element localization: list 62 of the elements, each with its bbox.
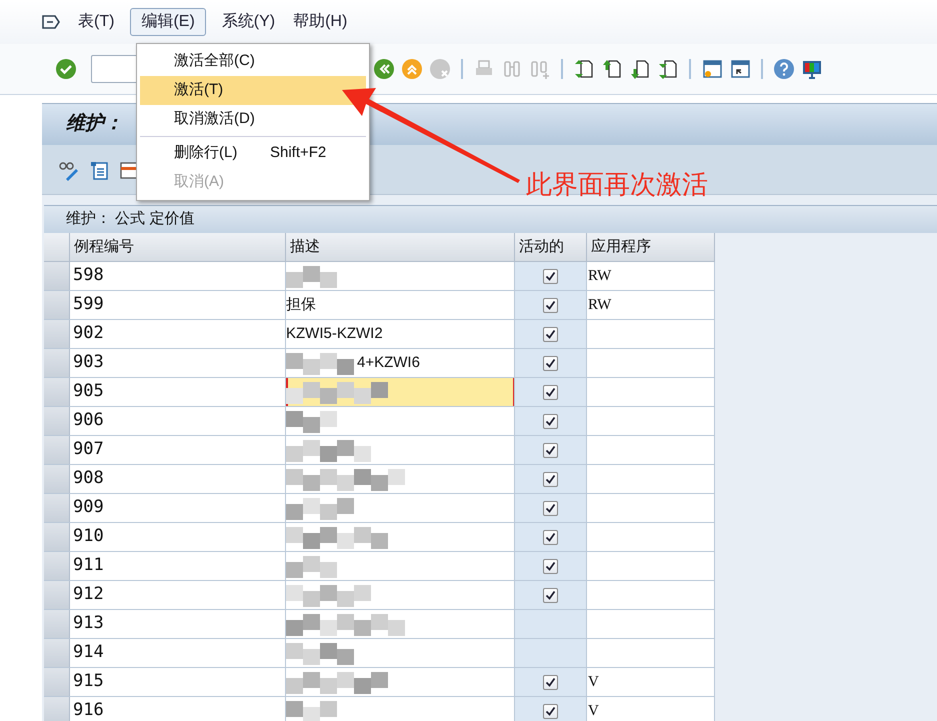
checkbox[interactable] — [543, 326, 558, 342]
checkbox[interactable] — [543, 704, 558, 718]
checkbox[interactable] — [543, 500, 558, 516]
table-cell: 911 — [70, 552, 286, 580]
checkbox[interactable] — [543, 472, 558, 486]
checkbox[interactable] — [543, 356, 558, 370]
table-cell: 906 — [70, 407, 286, 435]
next-page-icon[interactable] — [629, 58, 651, 80]
table-cell: 908 — [70, 465, 286, 493]
checkbox[interactable] — [543, 674, 558, 690]
previous-page-icon[interactable] — [601, 58, 623, 80]
new-window-icon[interactable] — [701, 58, 723, 80]
screen-title: 维护： — [66, 112, 123, 136]
menu-option[interactable]: 删除行(L) Shift+F2 — [140, 139, 366, 168]
column-header[interactable]: 例程编号 — [70, 233, 286, 261]
checkbox[interactable] — [543, 558, 558, 574]
table-cell: 905 — [70, 378, 286, 406]
table-cell: RW — [587, 291, 715, 319]
check-icon[interactable] — [55, 58, 77, 80]
table-cell: 915 — [70, 668, 286, 696]
table-cell-text: KZWI5-KZWI2 — [286, 324, 383, 344]
menu-item[interactable]: 系统(Y) — [220, 10, 278, 34]
monitor-icon[interactable] — [801, 58, 823, 80]
table-cell-text: 4+KZWI6 — [357, 352, 420, 373]
checkbox[interactable] — [543, 442, 558, 458]
table-cell: 598 — [70, 262, 286, 290]
column-header[interactable]: 描述 — [286, 233, 515, 261]
table-cell: 599 — [70, 291, 286, 319]
menu-option[interactable]: 激活全部(C) — [140, 47, 366, 76]
table-cell: 902 — [70, 320, 286, 348]
menu-item[interactable]: 帮助(H) — [291, 10, 350, 34]
table-cell: 914 — [70, 639, 286, 667]
first-page-icon[interactable] — [573, 58, 595, 80]
annotation-text: 此界面再次激活 — [526, 168, 708, 201]
checkbox[interactable] — [543, 530, 558, 544]
help-icon[interactable] — [773, 58, 795, 80]
menu-option[interactable]: 激活(T) — [140, 76, 366, 105]
checkbox[interactable] — [543, 298, 558, 312]
table-cell: 909 — [70, 494, 286, 522]
table-title: 维护： 公式 定价值 — [66, 209, 194, 230]
table-cell-text: 担保 — [286, 294, 316, 315]
table-cell: 903 — [70, 349, 286, 377]
table-cell: 916 — [70, 697, 286, 721]
shortcut-window-icon[interactable] — [729, 58, 751, 80]
column-header[interactable]: 应用程序 — [587, 233, 715, 261]
menu-item[interactable]: 表(T) — [76, 10, 116, 34]
menu-item[interactable]: 编辑(E) — [130, 8, 206, 36]
back-icon[interactable] — [373, 58, 395, 80]
checkbox[interactable] — [543, 268, 558, 284]
column-header[interactable]: 活动的 — [515, 233, 587, 261]
last-page-icon[interactable] — [657, 58, 679, 80]
menu-option[interactable]: 取消激活(D) — [140, 105, 366, 134]
checkbox[interactable] — [543, 384, 558, 400]
table-cell: V — [587, 668, 715, 696]
table-cell: 907 — [70, 436, 286, 464]
table-cell: 910 — [70, 523, 286, 551]
table-cell: 912 — [70, 581, 286, 609]
table-cell: 913 — [70, 610, 286, 638]
checkbox[interactable] — [543, 414, 558, 428]
table-cell: V — [587, 697, 715, 721]
table-cell: RW — [587, 262, 715, 290]
checkbox[interactable] — [543, 588, 558, 602]
